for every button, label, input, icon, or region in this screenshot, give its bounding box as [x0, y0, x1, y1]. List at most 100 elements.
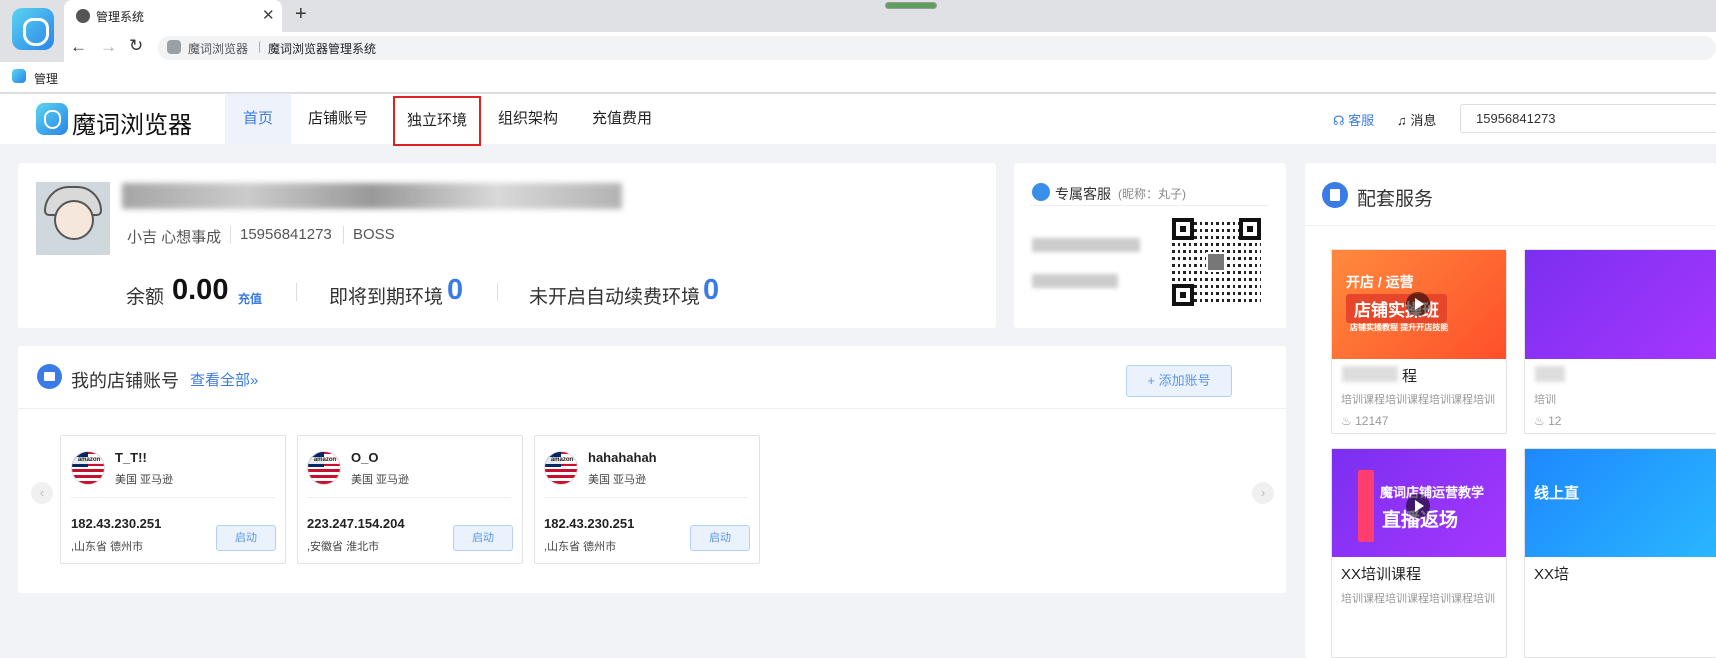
- play-icon[interactable]: [1406, 494, 1430, 518]
- divider: [71, 497, 275, 498]
- play-icon[interactable]: [1406, 292, 1430, 316]
- divider: [497, 283, 498, 301]
- qr-corner: [1172, 284, 1194, 306]
- bell-icon: ♫: [1397, 113, 1411, 128]
- divider: [296, 283, 297, 301]
- thumb-heading: 魔词店铺运营教学: [1380, 485, 1485, 500]
- shop-ip: 223.247.154.204: [307, 516, 405, 531]
- address-bar[interactable]: [158, 36, 1716, 60]
- site-icon: [167, 40, 181, 54]
- blurred-contact: [1032, 274, 1118, 288]
- shop-name: O_O: [351, 450, 379, 465]
- qr-corner: [1239, 218, 1261, 240]
- recharge-link[interactable]: 充值: [238, 290, 262, 307]
- nav-home[interactable]: 首页: [225, 94, 291, 144]
- thumb-tag: 店铺实操班: [1346, 294, 1447, 323]
- headset-icon: ☊: [1333, 113, 1349, 128]
- start-button[interactable]: 启动: [216, 525, 276, 551]
- course-description: 培训课程培训课程培训课程培训: [1341, 394, 1495, 406]
- start-button[interactable]: 启动: [690, 525, 750, 551]
- balance-value: 0.00: [172, 274, 229, 306]
- divider: [544, 497, 748, 498]
- divider: [307, 497, 511, 498]
- blurred-contact: [1032, 238, 1140, 252]
- close-tab-icon[interactable]: ✕: [262, 6, 275, 24]
- shop-region: 美国 亚马逊: [115, 474, 174, 486]
- auto-renew-label: 未开启自动续费环境: [529, 287, 701, 308]
- shop-region: 美国 亚马逊: [588, 474, 647, 486]
- view-all-link[interactable]: 查看全部»: [190, 369, 258, 390]
- divider: [343, 226, 344, 244]
- service-avatar-icon: [1032, 183, 1050, 201]
- blurred-greeting: [122, 183, 622, 209]
- add-account-button[interactable]: + 添加账号: [1126, 365, 1232, 397]
- shop-name: hahahahah: [588, 450, 657, 465]
- expiring-env-label: 即将到期环境: [329, 287, 444, 308]
- course-title: 程: [1402, 368, 1418, 385]
- brand-logo-icon: [36, 103, 68, 135]
- us-flag-icon: amazon: [307, 451, 341, 485]
- qr-code: [1172, 218, 1261, 306]
- shop-icon: [37, 364, 62, 389]
- qr-corner: [1172, 218, 1194, 240]
- nav-recharge-fee[interactable]: 充值费用: [580, 94, 664, 144]
- forward-arrow-icon[interactable]: →: [100, 37, 117, 57]
- bookmark-icon: [12, 69, 26, 83]
- course-views: ♨ 12147: [1341, 414, 1389, 428]
- tab-title: 管理系统: [96, 10, 145, 24]
- shops-title: 我的店铺账号: [71, 371, 179, 391]
- carousel-next-icon[interactable]: ›: [1252, 482, 1274, 504]
- address-separator: |: [258, 39, 262, 53]
- course-title: XX培: [1534, 566, 1570, 583]
- bookmarks-bar: [0, 62, 1716, 93]
- new-tab-icon[interactable]: +: [295, 3, 307, 26]
- blurred-title: [1342, 366, 1398, 382]
- messages-link[interactable]: ♫ 消息: [1397, 110, 1436, 129]
- avatar: [36, 182, 110, 255]
- auto-renew-value[interactable]: 0: [703, 274, 719, 307]
- course-description: 培训: [1534, 394, 1556, 406]
- shop-ip: 182.43.230.251: [71, 516, 162, 531]
- customer-service-label: 客服: [1348, 113, 1375, 128]
- profile-role: BOSS: [353, 226, 395, 243]
- us-flag-icon: amazon: [71, 451, 105, 485]
- services-title: 配套服务: [1357, 189, 1434, 210]
- globe-icon: [76, 9, 90, 23]
- divider: [18, 408, 1286, 409]
- shop-location: ,山东省 德州市: [544, 541, 617, 553]
- profile-phone: 15956841273: [240, 226, 332, 243]
- divider: [230, 226, 231, 244]
- service-title: 专属客服: [1055, 186, 1111, 202]
- thumb-subline: 店铺实操教程 提升开店技能: [1350, 323, 1449, 332]
- address-page-title: 魔词浏览器管理系统: [268, 42, 377, 56]
- messages-label: 消息: [1410, 113, 1437, 128]
- blurred-title: [1535, 366, 1565, 382]
- app-logo-icon: [12, 8, 54, 50]
- user-account-box[interactable]: 15956841273: [1460, 104, 1716, 133]
- course-views: ♨ 12: [1534, 414, 1562, 428]
- course-thumbnail: [1525, 250, 1716, 359]
- address-site-name: 魔词浏览器: [188, 42, 249, 56]
- qr-center-avatar: [1206, 252, 1226, 272]
- customer-service-link[interactable]: ☊ 客服: [1333, 110, 1374, 129]
- start-button[interactable]: 启动: [453, 525, 513, 551]
- expiring-env-value[interactable]: 0: [447, 274, 463, 307]
- brand-name: 魔词浏览器: [72, 112, 192, 139]
- reload-icon[interactable]: ↻: [129, 36, 143, 56]
- window-drag-handle[interactable]: [885, 2, 937, 9]
- bookmark-manage[interactable]: 管理: [34, 70, 58, 87]
- nav-shop-accounts[interactable]: 店铺账号: [296, 94, 380, 144]
- profile-name: 小吉 心想事成: [127, 229, 222, 246]
- us-flag-icon: amazon: [544, 451, 578, 485]
- back-arrow-icon[interactable]: ←: [70, 37, 87, 57]
- thumb-badge: [1358, 470, 1374, 542]
- fire-icon: ♨: [1341, 414, 1356, 428]
- divider: [1305, 225, 1716, 226]
- shop-location: ,安徽省 淮北市: [307, 541, 380, 553]
- thumb-heading: 线上直: [1534, 485, 1580, 502]
- nav-organization[interactable]: 组织架构: [486, 94, 570, 144]
- service-nickname: (昵称：丸子): [1118, 187, 1186, 201]
- shop-region: 美国 亚马逊: [351, 474, 410, 486]
- nav-independent-env[interactable]: 独立环境: [393, 96, 481, 146]
- carousel-prev-icon[interactable]: ‹: [31, 482, 53, 504]
